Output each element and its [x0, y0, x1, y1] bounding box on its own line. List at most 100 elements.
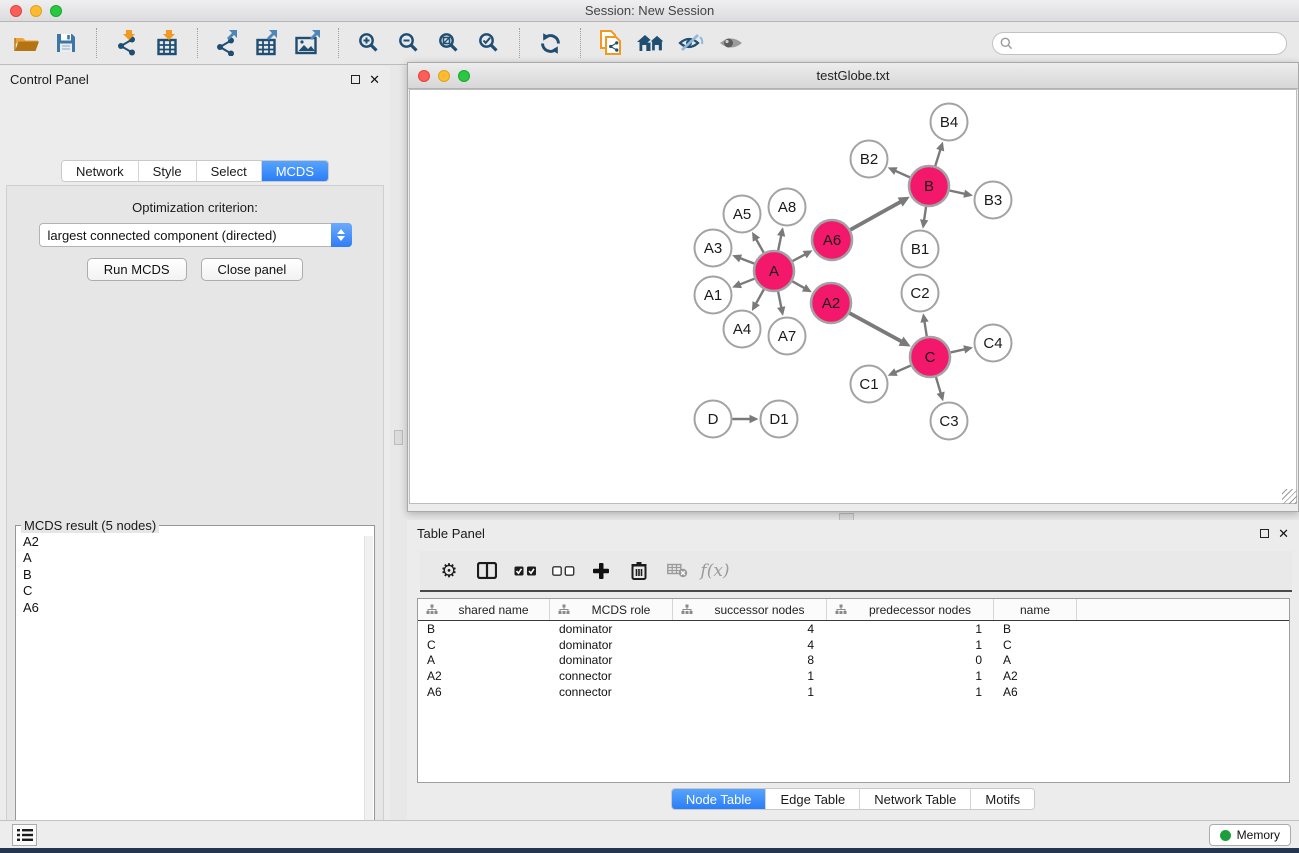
zoom-fit-icon[interactable]: [429, 25, 469, 61]
network-close-icon[interactable]: [418, 70, 430, 82]
close-window-icon[interactable]: [10, 5, 22, 17]
column-header-successor-nodes[interactable]: successor nodes: [673, 599, 827, 620]
close-table-panel-icon[interactable]: ✕: [1278, 527, 1289, 540]
tab-network[interactable]: Network: [62, 161, 139, 181]
add-row-icon[interactable]: [582, 554, 620, 588]
memory-button[interactable]: Memory: [1209, 824, 1291, 846]
graph-node-B1[interactable]: B1: [902, 231, 939, 268]
result-item[interactable]: C: [23, 583, 370, 599]
delete-row-icon[interactable]: [620, 554, 658, 588]
search-field[interactable]: [992, 32, 1287, 55]
import-table-icon[interactable]: [147, 25, 187, 61]
search-input[interactable]: [1018, 36, 1286, 50]
edge-C-C4[interactable]: [950, 349, 965, 352]
table-cell[interactable]: 0: [827, 653, 994, 667]
optimization-dropdown[interactable]: largest connected component (directed): [39, 223, 352, 247]
result-scrollbar[interactable]: [364, 536, 373, 853]
zoom-out-icon[interactable]: [389, 25, 429, 61]
table-row[interactable]: Cdominator41C: [418, 637, 1289, 653]
result-item[interactable]: A6: [23, 600, 370, 616]
table-cell[interactable]: 8: [673, 653, 827, 667]
edge-C-C2[interactable]: [924, 321, 926, 336]
network-window-titlebar[interactable]: testGlobe.txt: [408, 63, 1298, 89]
graph-node-A[interactable]: A: [754, 251, 794, 291]
window-controls[interactable]: [10, 5, 62, 17]
table-cell[interactable]: 1: [673, 669, 827, 683]
select-all-icon[interactable]: [506, 554, 544, 588]
network-minimize-icon[interactable]: [438, 70, 450, 82]
graph-node-B[interactable]: B: [909, 166, 949, 206]
result-item[interactable]: A2: [23, 534, 370, 550]
graph-node-A5[interactable]: A5: [724, 196, 761, 233]
edge-A-A3[interactable]: [740, 258, 755, 264]
hide-selected-icon[interactable]: [671, 25, 711, 61]
deselect-all-icon[interactable]: [544, 554, 582, 588]
edge-C-C3[interactable]: [936, 377, 941, 394]
graph-node-A1[interactable]: A1: [695, 277, 732, 314]
window-resize-grip[interactable]: [1282, 489, 1297, 504]
column-header-name[interactable]: name: [994, 599, 1077, 620]
table-row[interactable]: Bdominator41B: [418, 621, 1289, 637]
edge-A-A4[interactable]: [756, 289, 764, 304]
clone-network-icon[interactable]: [591, 25, 631, 61]
tab-select[interactable]: Select: [197, 161, 262, 181]
edge-A-A1[interactable]: [740, 279, 755, 285]
table-cell[interactable]: connector: [550, 669, 673, 683]
edge-A-A7[interactable]: [778, 292, 781, 308]
show-all-icon[interactable]: [711, 25, 751, 61]
import-network-icon[interactable]: [107, 25, 147, 61]
graph-node-A4[interactable]: A4: [724, 311, 761, 348]
table-cell[interactable]: B: [418, 622, 550, 636]
graph-node-A6[interactable]: A6: [812, 220, 852, 260]
table-cell[interactable]: 1: [673, 685, 827, 699]
graph-node-A3[interactable]: A3: [695, 230, 732, 267]
result-item[interactable]: B: [23, 567, 370, 583]
graph-node-C2[interactable]: C2: [902, 275, 939, 312]
close-panel-button[interactable]: Close panel: [201, 258, 304, 281]
column-header-shared-name[interactable]: shared name: [418, 599, 550, 620]
export-image-icon[interactable]: [288, 25, 328, 61]
tab-mcds[interactable]: MCDS: [262, 161, 328, 181]
graph-node-B3[interactable]: B3: [975, 182, 1012, 219]
minimize-window-icon[interactable]: [30, 5, 42, 17]
network-canvas[interactable]: B4B2BB3A8A5A6B1A3AC2A1A2A4A7C4CC1C3DD1: [409, 89, 1297, 504]
graph-node-B2[interactable]: B2: [851, 141, 888, 178]
export-network-icon[interactable]: [208, 25, 248, 61]
table-cell[interactable]: C: [418, 638, 550, 652]
node-table[interactable]: shared nameMCDS rolesuccessor nodesprede…: [417, 598, 1290, 783]
edge-B-B2[interactable]: [895, 171, 910, 178]
refresh-icon[interactable]: [530, 25, 570, 61]
edge-A2-C[interactable]: [849, 313, 901, 342]
table-cell[interactable]: dominator: [550, 653, 673, 667]
edge-A-A8[interactable]: [778, 235, 781, 250]
table-cell[interactable]: 1: [827, 622, 994, 636]
zoom-window-icon[interactable]: [50, 5, 62, 17]
edge-C-C1[interactable]: [895, 365, 911, 372]
settings-icon[interactable]: ⚙: [430, 554, 468, 588]
table-cell[interactable]: A: [418, 653, 550, 667]
table-cell[interactable]: 1: [827, 669, 994, 683]
task-history-button[interactable]: [12, 824, 37, 846]
zoom-selected-icon[interactable]: [469, 25, 509, 61]
table-cell[interactable]: A6: [994, 685, 1077, 699]
table-cell[interactable]: 1: [827, 685, 994, 699]
edge-A-A6[interactable]: [793, 254, 806, 261]
graph-node-C1[interactable]: C1: [851, 366, 888, 403]
edge-A-A2[interactable]: [792, 281, 805, 288]
tab-node-table[interactable]: Node Table: [672, 789, 767, 809]
float-table-panel-icon[interactable]: [1260, 529, 1269, 538]
table-cell[interactable]: 4: [673, 638, 827, 652]
edge-B-B1[interactable]: [924, 207, 926, 221]
table-cell[interactable]: A6: [418, 685, 550, 699]
tab-style[interactable]: Style: [139, 161, 197, 181]
run-mcds-button[interactable]: Run MCDS: [87, 258, 187, 281]
split-view-icon[interactable]: [468, 554, 506, 588]
open-file-icon[interactable]: [6, 25, 46, 61]
vertical-splitter-handle[interactable]: [394, 430, 403, 445]
table-row[interactable]: A6connector11A6: [418, 684, 1289, 700]
network-zoom-icon[interactable]: [458, 70, 470, 82]
graph-node-C3[interactable]: C3: [931, 403, 968, 440]
table-cell[interactable]: connector: [550, 685, 673, 699]
table-cell[interactable]: 4: [673, 622, 827, 636]
table-cell[interactable]: A2: [994, 669, 1077, 683]
